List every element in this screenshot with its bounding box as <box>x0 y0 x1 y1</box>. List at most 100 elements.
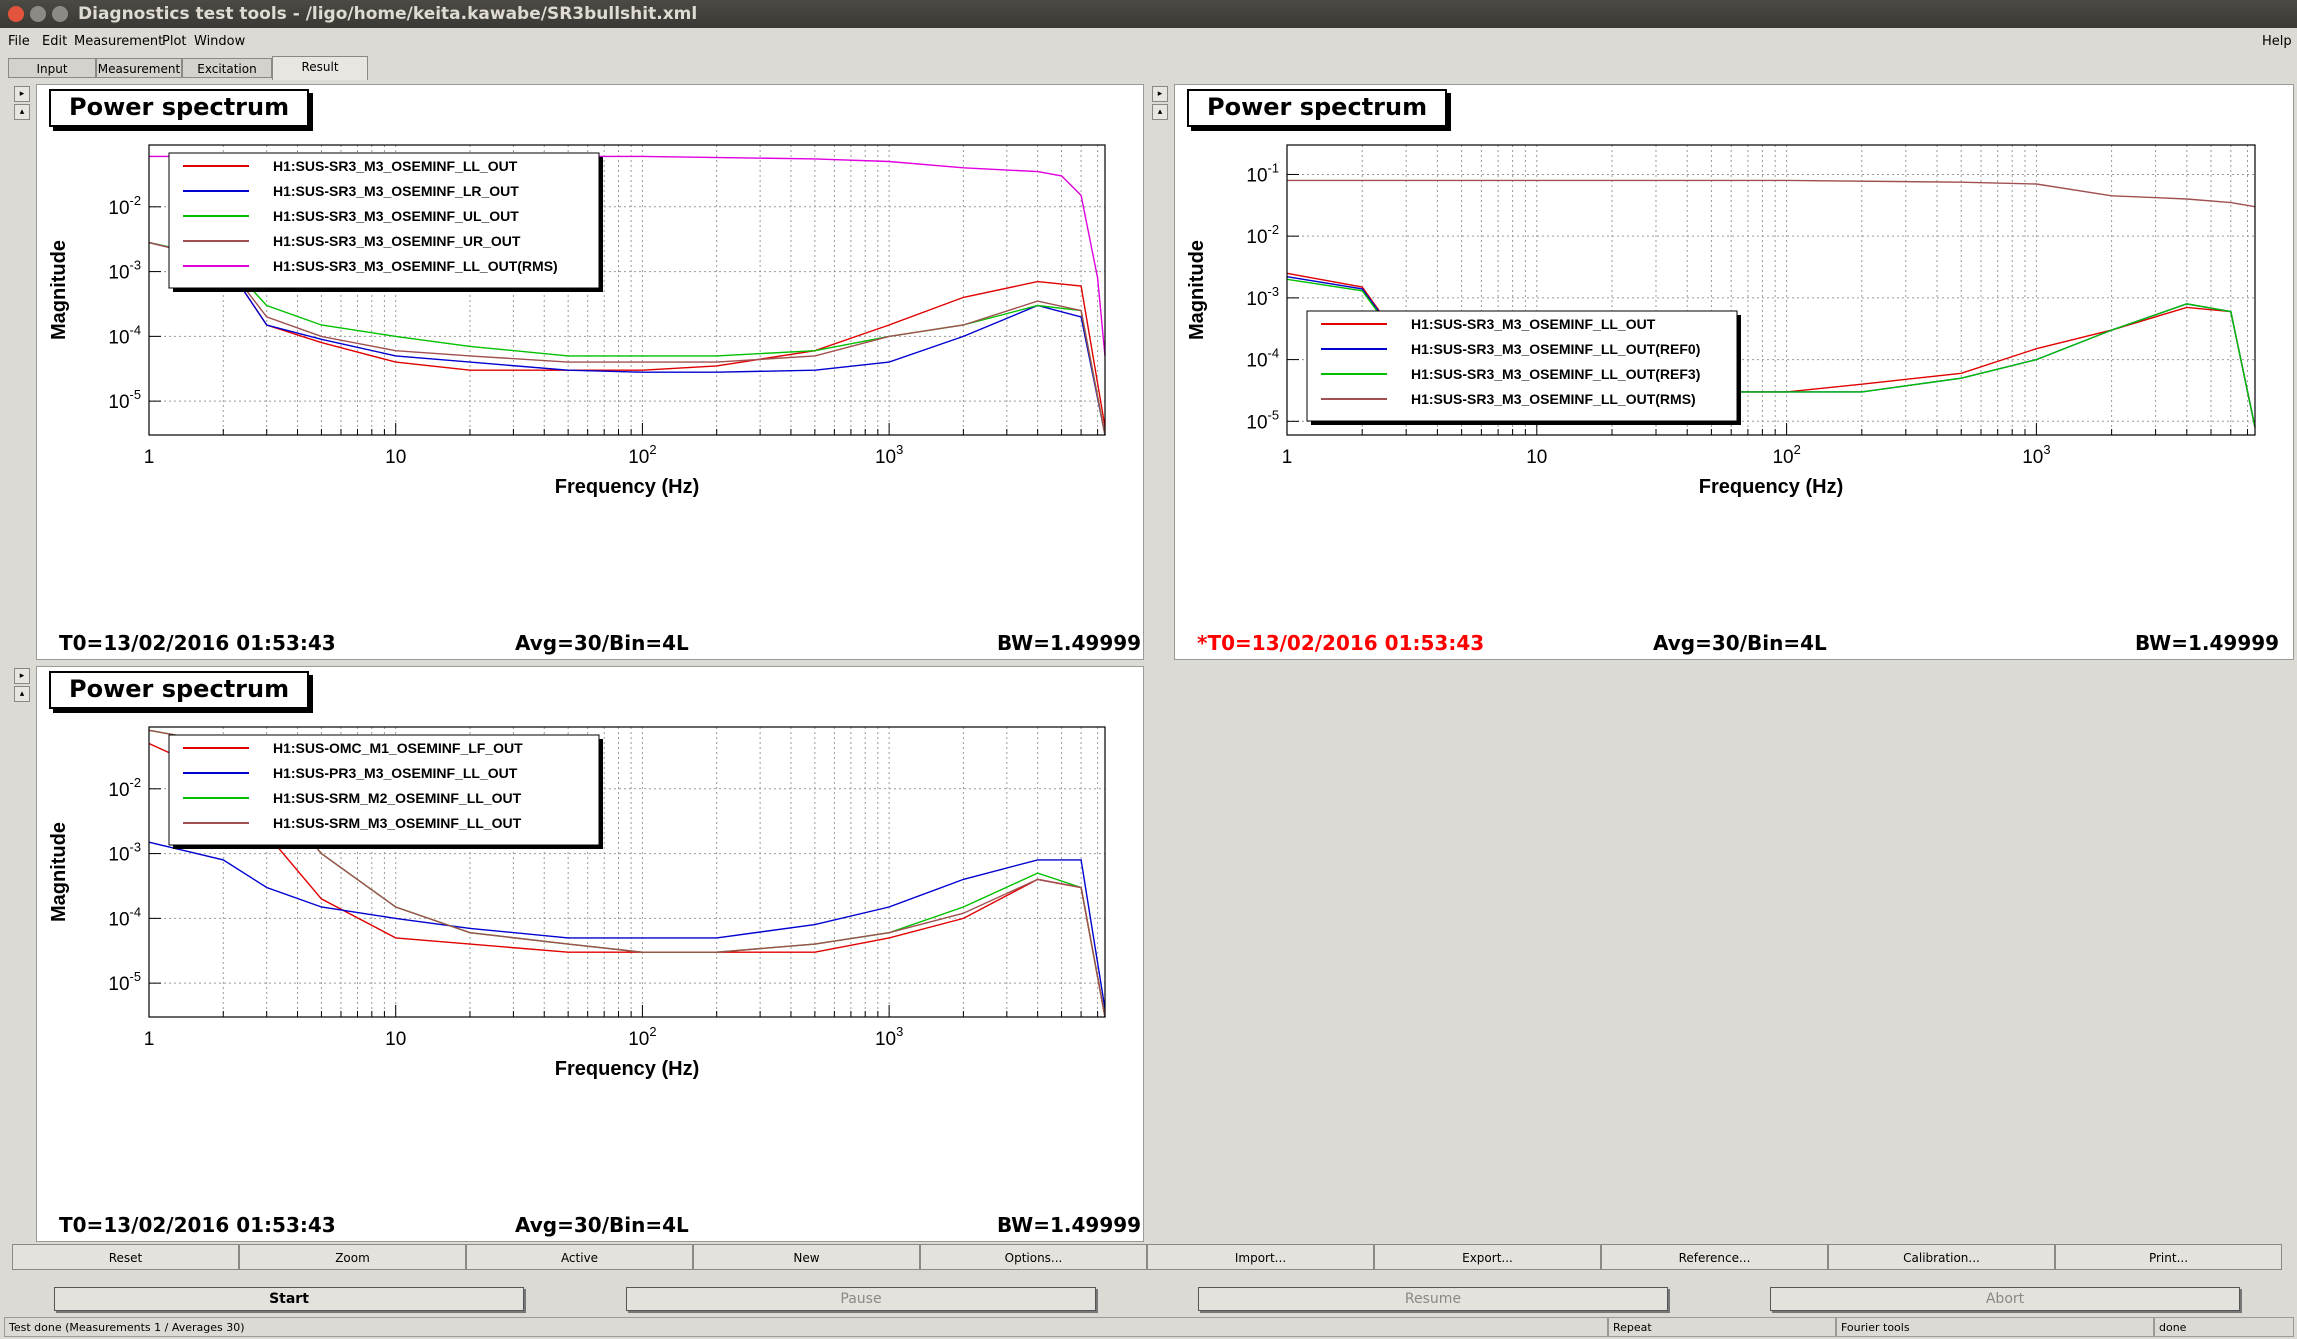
plot-pad-1[interactable]: Power spectrum 1 10 102 103 10-5 10-4 10-3 10-2… <box>36 84 1144 660</box>
y-tick-label: 10-5 <box>108 387 141 413</box>
series-line <box>1287 179 2256 208</box>
pad1-collapse-icon[interactable]: ▴ <box>14 104 30 120</box>
y-axis-label: Magnitude <box>1186 240 1208 340</box>
menu-file[interactable]: File <box>8 30 30 54</box>
legend-entry: H1:SUS-SR3_M3_OSEMINF_LL_OUT(RMS) <box>1411 391 1696 407</box>
avg-label-3: Avg=30/Bin=4L <box>515 1213 689 1237</box>
bw-label-2: BW=1.49999 <box>2135 631 2280 655</box>
tab-measurement[interactable]: Measurement <box>96 58 182 78</box>
import-button[interactable]: Import... <box>1147 1244 1374 1270</box>
close-window-icon[interactable] <box>8 6 24 22</box>
y-tick-label: 10-2 <box>1246 222 1279 248</box>
resume-button[interactable]: Resume <box>1198 1287 1668 1311</box>
y-axis-label: Magnitude <box>48 240 70 340</box>
x-tick-label: 10 <box>385 1029 406 1050</box>
y-axis-label: Magnitude <box>48 822 70 922</box>
maximize-window-icon[interactable] <box>52 6 68 22</box>
power-spectrum-chart-3[interactable]: 1 10 102 103 10-5 10-4 10-3 10-2 Frequency (Hz) M… <box>37 717 1143 1217</box>
t0-label-1: T0=13/02/2016 01:53:43 <box>59 631 336 655</box>
menu-window[interactable]: Window <box>194 30 245 54</box>
series-line <box>148 841 1106 1010</box>
legend-entry: H1:SUS-SR3_M3_OSEMINF_LL_OUT(REF3) <box>1411 366 1700 382</box>
x-tick-label: 10 <box>385 447 406 468</box>
pad2-expand-icon[interactable]: ▸ <box>1152 86 1168 102</box>
pad2-collapse-icon[interactable]: ▴ <box>1152 104 1168 120</box>
y-tick-label: 10-4 <box>1246 346 1279 372</box>
plot-button-row: Reset Zoom Active New Options... Import.… <box>12 1244 2284 1270</box>
plot-pad-2[interactable]: Power spectrum 1 10 102 103 10-5 10-4 10-3 10-2… <box>1174 84 2294 660</box>
y-tick-label: 10-1 <box>1246 160 1279 186</box>
legend-entry: H1:SUS-SR3_M3_OSEMINF_LL_OUT(REF0) <box>1411 341 1700 357</box>
power-spectrum-chart-2[interactable]: 1 10 102 103 10-5 10-4 10-3 10-2 10-1 Frequency (… <box>1175 135 2293 635</box>
x-tick-label: 102 <box>1772 442 1800 468</box>
y-tick-label: 10-3 <box>108 840 141 866</box>
legend-entry: H1:SUS-OMC_M1_OSEMINF_LF_OUT <box>273 740 523 756</box>
menu-edit[interactable]: Edit <box>42 30 67 54</box>
window-title: Diagnostics test tools - /ligo/home/keit… <box>78 4 698 24</box>
export-button[interactable]: Export... <box>1374 1244 1601 1270</box>
legend-entry: H1:SUS-SR3_M3_OSEMINF_LL_OUT(RMS) <box>273 258 558 274</box>
status-mode: Repeat <box>1608 1317 1836 1337</box>
menu-help[interactable]: Help <box>2262 30 2292 54</box>
y-tick-label: 10-2 <box>108 775 141 801</box>
options-button[interactable]: Options... <box>920 1244 1147 1270</box>
y-tick-label: 10-2 <box>108 193 141 219</box>
bw-label-3: BW=1.49999 <box>997 1213 1142 1237</box>
avg-label-2: Avg=30/Bin=4L <box>1653 631 1827 655</box>
plot-title-1: Power spectrum <box>49 89 310 127</box>
calibration-button[interactable]: Calibration... <box>1828 1244 2055 1270</box>
pad3-expand-icon[interactable]: ▸ <box>14 668 30 684</box>
y-tick-label: 10-5 <box>1246 407 1279 433</box>
menu-bar: File Edit Measurement Plot Window Help <box>0 30 2297 54</box>
tab-excitation[interactable]: Excitation <box>182 58 272 78</box>
t0-label-2: *T0=13/02/2016 01:53:43 <box>1197 631 1485 655</box>
y-tick-label: 10-5 <box>108 969 141 995</box>
print-button[interactable]: Print... <box>2055 1244 2282 1270</box>
plot-title-2: Power spectrum <box>1187 89 1448 127</box>
pause-button[interactable]: Pause <box>626 1287 1096 1311</box>
legend-entry: H1:SUS-SR3_M3_OSEMINF_LL_OUT <box>273 158 518 174</box>
status-message: Test done (Measurements 1 / Averages 30) <box>4 1317 1608 1337</box>
y-tick-label: 10-4 <box>108 322 141 348</box>
t0-label-3: T0=13/02/2016 01:53:43 <box>59 1213 336 1237</box>
active-button[interactable]: Active <box>466 1244 693 1270</box>
plot-pad-3[interactable]: Power spectrum 1 10 102 103 10-5 10-4 10-3 10-2… <box>36 666 1144 1242</box>
bw-label-1: BW=1.49999 <box>997 631 1142 655</box>
abort-button[interactable]: Abort <box>1770 1287 2240 1311</box>
pad1-expand-icon[interactable]: ▸ <box>14 86 30 102</box>
legend-entry: H1:SUS-SR3_M3_OSEMINF_LL_OUT <box>1411 316 1656 332</box>
tab-result[interactable]: Result <box>272 56 368 80</box>
minimize-window-icon[interactable] <box>30 6 46 22</box>
legend-entry: H1:SUS-SRM_M3_OSEMINF_LL_OUT <box>273 815 522 831</box>
menu-measurement[interactable]: Measurement <box>74 30 163 54</box>
x-tick-label: 102 <box>628 1024 656 1050</box>
pad3-collapse-icon[interactable]: ▴ <box>14 686 30 702</box>
x-tick-label: 1 <box>1282 447 1293 468</box>
legend-entry: H1:SUS-SR3_M3_OSEMINF_LR_OUT <box>273 183 519 199</box>
start-button[interactable]: Start <box>54 1287 524 1311</box>
x-tick-label: 10 <box>1526 447 1547 468</box>
y-tick-label: 10-4 <box>108 904 141 930</box>
x-tick-label: 102 <box>628 442 656 468</box>
menu-plot[interactable]: Plot <box>162 30 187 54</box>
empty-pad-area <box>1155 662 2294 1240</box>
power-spectrum-chart-1[interactable]: 1 10 102 103 10-5 10-4 10-3 10-2 Frequency (Hz) M… <box>37 135 1143 635</box>
new-button[interactable]: New <box>693 1244 920 1270</box>
legend-entry: H1:SUS-SR3_M3_OSEMINF_UL_OUT <box>273 208 519 224</box>
legend-entry: H1:SUS-SR3_M3_OSEMINF_UR_OUT <box>273 233 521 249</box>
title-bar: Diagnostics test tools - /ligo/home/keit… <box>0 0 2297 28</box>
legend-entry: H1:SUS-PR3_M3_OSEMINF_LL_OUT <box>273 765 518 781</box>
avg-label-1: Avg=30/Bin=4L <box>515 631 689 655</box>
reset-button[interactable]: Reset <box>12 1244 239 1270</box>
x-tick-label: 1 <box>144 1029 155 1050</box>
y-tick-label: 10-3 <box>108 258 141 284</box>
x-axis-label: Frequency (Hz) <box>555 476 699 498</box>
status-tool: Fourier tools <box>1836 1317 2154 1337</box>
reference-button[interactable]: Reference... <box>1601 1244 1828 1270</box>
zoom-button[interactable]: Zoom <box>239 1244 466 1270</box>
x-tick-label: 103 <box>875 442 903 468</box>
plot-title-3: Power spectrum <box>49 671 310 709</box>
status-bar: Test done (Measurements 1 / Averages 30)… <box>0 1317 2297 1337</box>
legend-entry: H1:SUS-SRM_M2_OSEMINF_LL_OUT <box>273 790 522 806</box>
tab-input[interactable]: Input <box>8 58 96 78</box>
